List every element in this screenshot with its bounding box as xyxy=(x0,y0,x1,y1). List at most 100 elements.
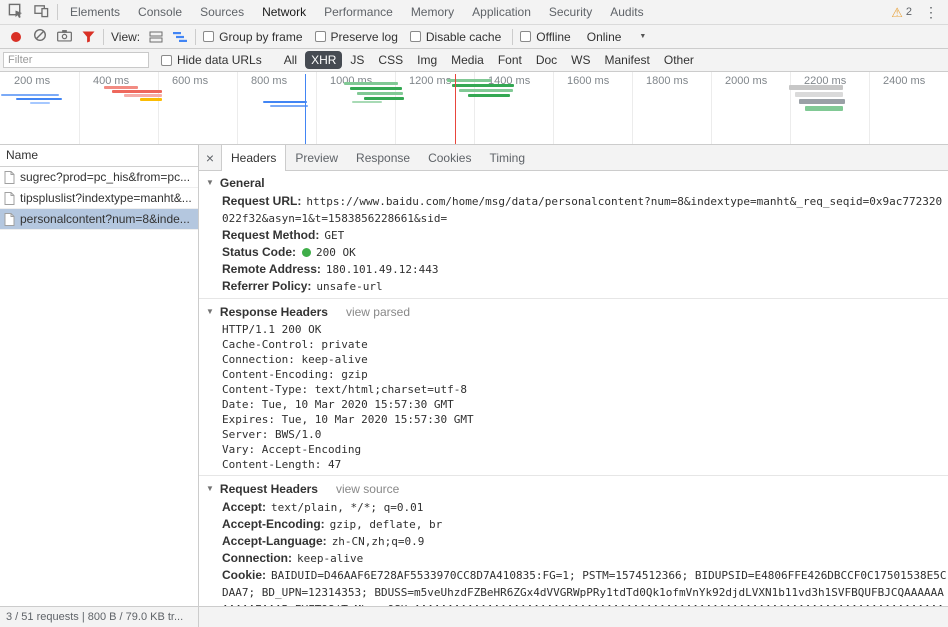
filter-chip[interactable]: Doc xyxy=(530,51,563,69)
general-rows: Request URL:https://www.baidu.com/home/m… xyxy=(206,193,948,295)
filter-chip[interactable]: Other xyxy=(658,51,700,69)
main-tab[interactable]: Memory xyxy=(402,0,463,24)
group-by-frame-checkbox[interactable]: Group by frame xyxy=(203,30,302,44)
checkbox-icon xyxy=(410,31,421,42)
detail-tab[interactable]: Headers xyxy=(221,145,286,171)
capture-screenshots-button[interactable] xyxy=(52,25,76,48)
network-toolbar: View: Group by frame Preserve log Disabl… xyxy=(0,25,948,49)
inspect-element-button[interactable] xyxy=(2,0,28,24)
main-tab[interactable]: Console xyxy=(129,0,191,24)
section-title: General xyxy=(220,176,265,190)
waterfall-bar xyxy=(124,94,162,97)
resource-type-filters: All XHR JS CSS Img Media xyxy=(278,51,702,69)
more-options-button[interactable]: ⋮ xyxy=(918,4,944,21)
tabbar-right-group: ⚠ 2 ⋮ xyxy=(885,4,948,21)
filter-chip[interactable]: CSS xyxy=(372,51,409,69)
large-request-rows-button[interactable] xyxy=(144,25,168,48)
filter-chip[interactable]: Img xyxy=(411,51,443,69)
section-divider xyxy=(199,298,948,299)
record-icon xyxy=(11,32,21,42)
main-tab[interactable]: Elements xyxy=(61,0,129,24)
request-name: sugrec?prod=pc_his&from=pc... xyxy=(20,170,190,184)
main-tab-label: Memory xyxy=(411,5,454,19)
section-title: Response Headers xyxy=(220,305,328,319)
checkbox-label: Hide data URLs xyxy=(177,53,262,67)
waterfall-bar xyxy=(344,82,398,85)
time-tick-label: 600 ms xyxy=(172,75,208,87)
requests-summary: 3 / 51 requests | 800 B / 79.0 KB tr... xyxy=(6,611,183,623)
divider xyxy=(195,29,196,45)
header-row: Status Code:200 OK xyxy=(222,244,948,261)
filter-chip[interactable]: XHR xyxy=(305,51,342,69)
throttling-select[interactable]: Online ▼ xyxy=(579,30,655,44)
request-row[interactable]: personalcontent?num=8&inde... xyxy=(0,209,198,230)
record-network-log-button[interactable] xyxy=(4,25,28,48)
camera-icon xyxy=(57,29,72,45)
main-tab[interactable]: Performance xyxy=(315,0,402,24)
close-details-button[interactable]: × xyxy=(199,145,221,170)
request-headers-section-header[interactable]: ▼ Request Headers view source xyxy=(206,479,948,499)
offline-checkbox[interactable]: Offline xyxy=(520,30,570,44)
status-dot-icon xyxy=(302,248,311,257)
filter-input[interactable] xyxy=(3,52,149,68)
header-name: Accept-Language: xyxy=(222,534,327,548)
header-name: Remote Address: xyxy=(222,262,321,276)
main-tab-bar: Elements Console Sources Network Perform… xyxy=(0,0,948,25)
device-toolbar-button[interactable] xyxy=(28,0,54,24)
response-headers-section-header[interactable]: ▼ Response Headers view parsed xyxy=(206,302,948,322)
main-tab[interactable]: Security xyxy=(540,0,601,24)
clear-button[interactable] xyxy=(28,25,52,48)
main-tab[interactable]: Application xyxy=(463,0,540,24)
name-column-header[interactable]: Name xyxy=(0,145,198,167)
filter-chip-label: XHR xyxy=(311,53,336,67)
main-tab[interactable]: Audits xyxy=(601,0,652,24)
checkbox-label: Offline xyxy=(536,30,570,44)
disclosure-triangle-icon: ▼ xyxy=(206,179,214,187)
raw-header-line: Content-Type: text/html;charset=utf-8 xyxy=(222,382,948,397)
detail-tab[interactable]: Preview xyxy=(286,145,347,170)
show-overview-button[interactable] xyxy=(168,25,192,48)
time-tick-label: 2400 ms xyxy=(883,75,925,87)
time-tick-label: 1600 ms xyxy=(567,75,609,87)
hide-data-urls-checkbox[interactable]: Hide data URLs xyxy=(161,53,262,67)
general-section-header[interactable]: ▼ General xyxy=(206,173,948,193)
detail-tab[interactable]: Timing xyxy=(480,145,534,170)
network-main-area: Name sugrec?prod=pc_his&from=pc... xyxy=(0,145,948,606)
filter-chip[interactable]: WS xyxy=(565,51,596,69)
time-tick-label: 1800 ms xyxy=(646,75,688,87)
request-name: tipspluslist?indextype=manht&... xyxy=(20,191,192,205)
filter-chip[interactable]: Font xyxy=(492,51,528,69)
view-parsed-link[interactable]: view parsed xyxy=(346,305,410,319)
waterfall-bar xyxy=(357,92,403,95)
filter-chip[interactable]: All xyxy=(278,51,303,69)
inspect-cursor-icon xyxy=(8,3,23,21)
filter-chip[interactable]: Media xyxy=(445,51,490,69)
gridline xyxy=(237,72,238,144)
document-icon xyxy=(4,213,15,226)
filter-chip[interactable]: Manifest xyxy=(599,51,656,69)
detail-tab[interactable]: Cookies xyxy=(419,145,480,170)
view-source-link[interactable]: view source xyxy=(336,482,399,496)
raw-header-line: Date: Tue, 10 Mar 2020 15:57:30 GMT xyxy=(222,397,948,412)
main-tab[interactable]: Sources xyxy=(191,0,253,24)
request-row[interactable]: tipspluslist?indextype=manht&... xyxy=(0,188,198,209)
timeline-overview[interactable]: 200 ms 400 ms 600 ms 800 ms 1000 ms xyxy=(0,72,948,145)
disable-cache-checkbox[interactable]: Disable cache xyxy=(410,30,501,44)
waterfall-bar xyxy=(270,105,308,107)
status-bar-right xyxy=(199,607,948,627)
filter-chip[interactable]: JS xyxy=(344,51,370,69)
funnel-filter-icon xyxy=(82,31,95,43)
gridline xyxy=(790,72,791,144)
document-icon xyxy=(4,192,15,205)
preserve-log-checkbox[interactable]: Preserve log xyxy=(315,30,398,44)
detail-tab[interactable]: Response xyxy=(347,145,419,170)
status-bar: 3 / 51 requests | 800 B / 79.0 KB tr... xyxy=(0,606,948,627)
tick-text: 800 ms xyxy=(251,75,287,87)
request-row[interactable]: sugrec?prod=pc_his&from=pc... xyxy=(0,167,198,188)
disclosure-triangle-icon: ▼ xyxy=(206,485,214,493)
filter-toggle-button[interactable] xyxy=(76,25,100,48)
warnings-indicator[interactable]: ⚠ 2 xyxy=(885,6,918,19)
waterfall-bar xyxy=(459,89,513,92)
gridline xyxy=(474,72,475,144)
main-tab[interactable]: Network xyxy=(253,0,315,24)
